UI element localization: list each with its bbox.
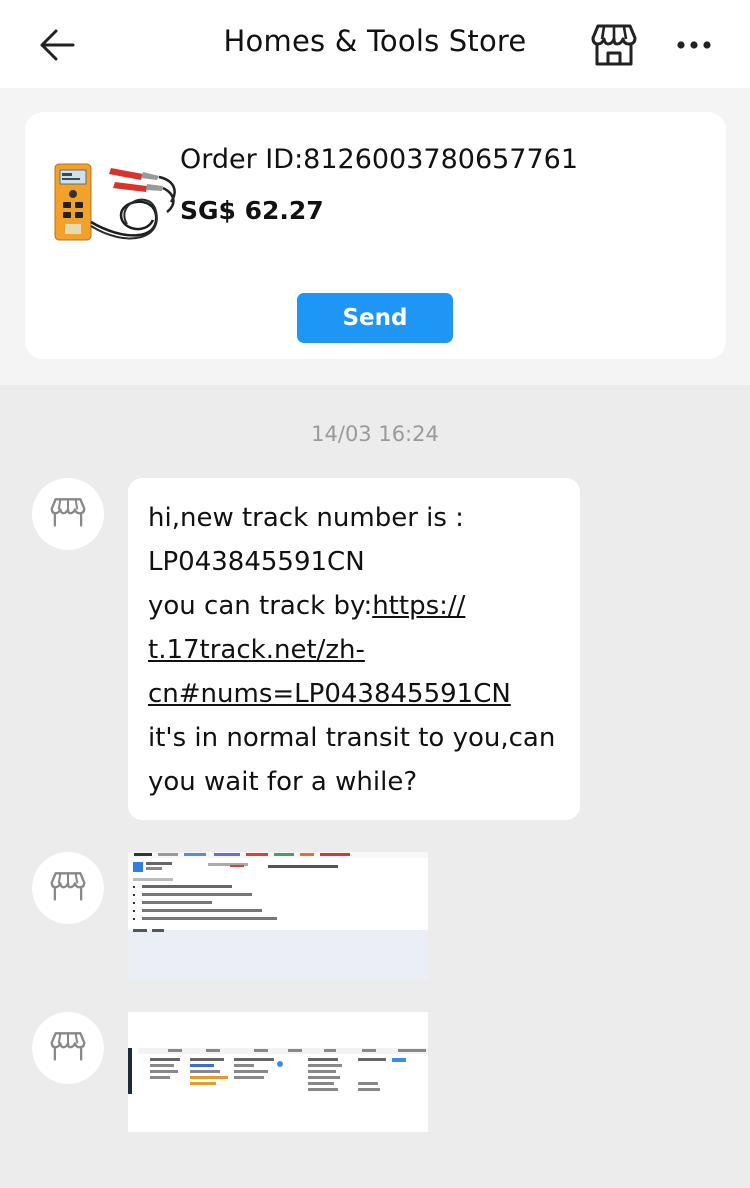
back-button[interactable]: [34, 22, 80, 68]
message-line: you can track by:https://: [148, 584, 560, 628]
more-dots-icon: [677, 41, 711, 49]
store-avatar[interactable]: [32, 478, 104, 550]
screenshot-image: [128, 852, 428, 980]
store-avatar[interactable]: [32, 852, 104, 924]
message-timestamp: 14/03 16:24: [311, 422, 439, 446]
message-line: you wait for a while?: [148, 767, 418, 797]
image-message[interactable]: [128, 1012, 428, 1132]
tracking-link[interactable]: cn#nums=LP043845591CN: [148, 672, 560, 716]
tracking-link[interactable]: https://: [372, 591, 465, 621]
tracking-link[interactable]: t.17track.net/zh-: [148, 628, 560, 672]
storefront-icon: [591, 24, 637, 66]
message-line: it's in normal transit to you,can: [148, 723, 556, 753]
order-price: SG$ 62.27: [180, 196, 324, 225]
page-title: Homes & Tools Store: [223, 24, 527, 58]
image-message[interactable]: [128, 852, 428, 980]
screenshot-image: [128, 1012, 428, 1132]
arrow-left-icon: [40, 29, 75, 61]
storefront-icon: [50, 1032, 86, 1061]
store-avatar[interactable]: [32, 1012, 104, 1084]
storefront-icon: [50, 498, 86, 527]
order-id: Order ID:8126003780657761: [180, 144, 579, 175]
storefront-icon: [50, 872, 86, 901]
more-options-button[interactable]: [670, 24, 718, 66]
order-card[interactable]: Order ID:8126003780657761 SG$ 62.27 Send: [25, 112, 726, 359]
message-line: hi,new track number is :: [148, 503, 464, 533]
message-text: you can track by:: [148, 591, 373, 621]
store-button[interactable]: [586, 20, 642, 70]
product-thumbnail[interactable]: [51, 160, 187, 256]
message-bubble: hi,new track number is : LP043845591CN y…: [128, 478, 580, 820]
tracking-number: LP043845591CN: [148, 547, 365, 577]
send-button[interactable]: Send: [297, 293, 453, 343]
order-section: Order ID:8126003780657761 SG$ 62.27 Send: [0, 88, 750, 385]
header-bar: Homes & Tools Store: [0, 0, 750, 88]
